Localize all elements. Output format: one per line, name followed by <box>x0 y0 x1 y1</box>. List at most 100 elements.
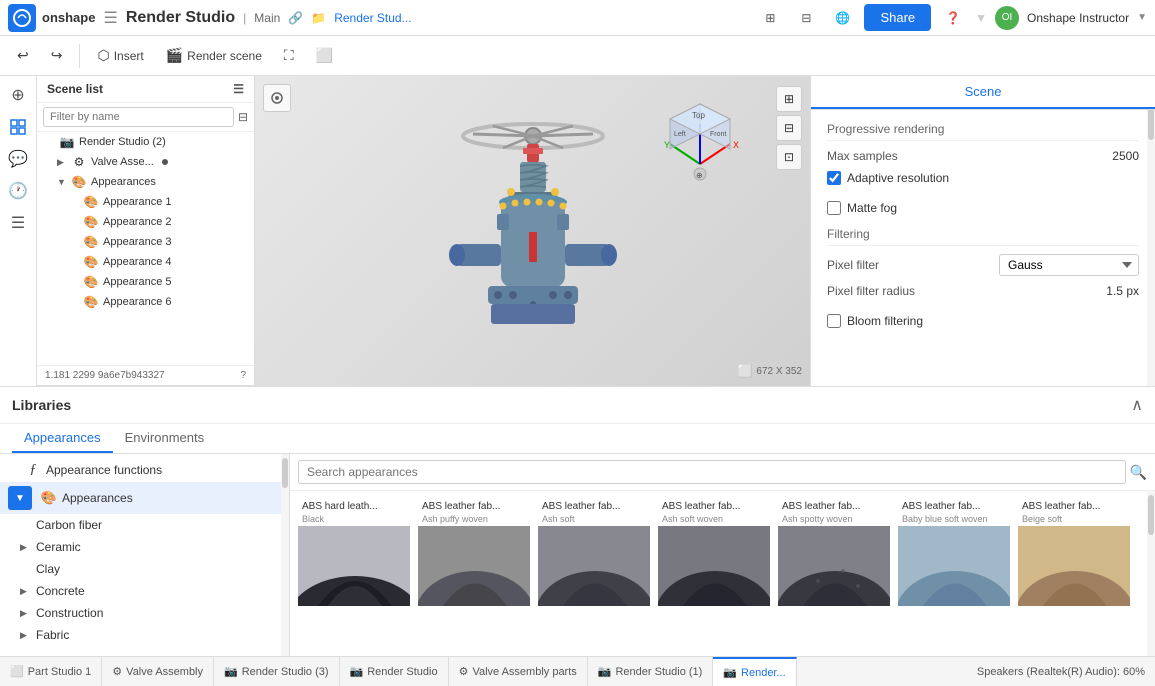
breadcrumb-link[interactable]: Render Stud... <box>334 11 411 25</box>
tree-item-appearance4[interactable]: 🎨 Appearance 4 <box>37 252 254 272</box>
bloom-filter-checkbox[interactable] <box>827 314 841 328</box>
render-scene-button[interactable]: 🎬 Render scene <box>157 42 271 69</box>
tab-scene[interactable]: Scene <box>811 76 1155 109</box>
tab-part-studio[interactable]: ⬜ Part Studio 1 <box>0 657 102 686</box>
matte-fog-checkbox[interactable] <box>827 201 841 215</box>
filter-input[interactable] <box>43 107 234 127</box>
tab-valve-assembly[interactable]: ⚙ Valve Assembly <box>102 657 214 686</box>
user-arrow-icon[interactable]: ▼ <box>1137 12 1147 23</box>
scene-list-menu-icon[interactable]: ☰ <box>233 82 244 96</box>
viewport-ctrl-1[interactable]: ⊞ <box>776 86 802 112</box>
tree-item-appearance6[interactable]: 🎨 Appearance 6 <box>37 292 254 312</box>
toolbar-icon-btn1[interactable]: ⛶ <box>275 42 303 69</box>
sidebar-history-icon[interactable]: 🕐 <box>3 176 33 206</box>
filter-list-icon[interactable]: ⊟ <box>238 110 248 124</box>
tab-render-current[interactable]: 📷 Render... <box>713 657 796 686</box>
scene-scrollbar[interactable] <box>1147 76 1155 386</box>
svg-text:⊕: ⊕ <box>696 171 703 180</box>
pixel-filter-row: Pixel filter Gauss Box Triangle <box>827 254 1139 276</box>
footer-coords: 1.181 2299 9a6e7b943327 <box>45 370 165 381</box>
app-tree-selected-indicator: ▼ <box>8 486 32 510</box>
material-label-abs-baby-blue: ABS leather fab... <box>898 499 1010 514</box>
help-icon[interactable]: ❓ <box>939 4 967 32</box>
pixel-filter-select[interactable]: Gauss Box Triangle <box>999 254 1139 276</box>
apps-icon[interactable]: ⊟ <box>792 4 820 32</box>
sidebar-scene-icon[interactable] <box>3 112 33 142</box>
app-tree-label-functions: Appearance functions <box>46 463 162 477</box>
globe-icon[interactable]: 🌐 <box>828 4 856 32</box>
redo-button[interactable]: ↪ <box>42 42 72 69</box>
material-label-abs-ash-soft-woven: ABS leather fab... <box>658 499 770 514</box>
undo-button[interactable]: ↩ <box>8 42 38 69</box>
main-link[interactable]: Main <box>254 11 280 25</box>
viewport-3d[interactable]: Y X Z Top Left Front ⊕ ⊞ ⊟ ⊡ <box>255 76 810 386</box>
tree-item-appearances[interactable]: ▼ 🎨 Appearances <box>37 172 254 192</box>
logo-icon[interactable] <box>8 4 36 32</box>
material-preview-abs-ash-puffy <box>418 526 531 606</box>
insert-button[interactable]: ⬡ Insert <box>88 42 152 69</box>
material-label-abs-ash-spotty: ABS leather fab... <box>778 499 890 514</box>
material-card-abs-hard-black[interactable]: ABS hard leath... Black <box>297 498 411 649</box>
tab-label-render-studio-1: Render Studio (1) <box>615 666 702 678</box>
app-tree-concrete[interactable]: ▶ Concrete <box>0 580 289 602</box>
footer-help-icon[interactable]: ? <box>240 370 246 381</box>
adaptive-resolution-checkbox[interactable] <box>827 171 841 185</box>
material-card-abs-beige[interactable]: ABS leather fab... Beige soft <box>1017 498 1131 649</box>
app-tree-functions[interactable]: ƒ Appearance functions <box>0 458 289 482</box>
tab-appearances[interactable]: Appearances <box>12 424 113 453</box>
sidebar-list-icon[interactable]: ☰ <box>3 208 33 238</box>
tab-icon-valve-assembly: ⚙ <box>112 665 122 678</box>
tree-item-render-studio[interactable]: 📷 Render Studio (2) <box>37 132 254 152</box>
tab-render-studio-1[interactable]: 📷 Render Studio (1) <box>588 657 714 686</box>
grid-scrollbar[interactable] <box>1147 491 1155 656</box>
search-input[interactable] <box>298 460 1126 484</box>
sidebar-chat-icon[interactable]: 💬 <box>3 144 33 174</box>
libraries-collapse-icon[interactable]: ∧ <box>1131 395 1143 415</box>
viewport-size: ⬜ 672 X 352 <box>737 364 802 378</box>
bottom-right: Speakers (Realtek(R) Audio): 60% <box>967 666 1155 678</box>
viewport-ctrl-2[interactable]: ⊟ <box>776 115 802 141</box>
tree-item-appearance3[interactable]: 🎨 Appearance 3 <box>37 232 254 252</box>
tree-arrow-valve: ▶ <box>57 157 67 168</box>
tab-valve-parts[interactable]: ⚙ Valve Assembly parts <box>449 657 588 686</box>
tab-environments[interactable]: Environments <box>113 424 216 453</box>
grid-icon[interactable]: ⊞ <box>756 4 784 32</box>
material-card-abs-ash-spotty[interactable]: ABS leather fab... Ash spotty woven <box>777 498 891 649</box>
app-tree-fabric[interactable]: ▶ Fabric <box>0 624 289 646</box>
menu-icon[interactable]: ☰ <box>103 8 117 28</box>
tree-item-appearance1[interactable]: 🎨 Appearance 1 <box>37 192 254 212</box>
material-card-abs-ash-soft-woven[interactable]: ABS leather fab... Ash soft woven <box>657 498 771 649</box>
adaptive-resolution-label: Adaptive resolution <box>847 171 949 185</box>
tab-render-studio-3[interactable]: 📷 Render Studio (3) <box>214 657 340 686</box>
libraries-header: Libraries ∧ <box>0 387 1155 424</box>
material-card-abs-baby-blue[interactable]: ABS leather fab... Baby blue soft woven <box>897 498 1011 649</box>
search-icon[interactable]: 🔍 <box>1130 464 1147 481</box>
app-tree-clay[interactable]: Clay <box>0 558 289 580</box>
app-tree-label-fabric: Fabric <box>36 628 69 642</box>
tree-item-valve[interactable]: ▶ ⚙ Valve Asse... <box>37 152 254 172</box>
app-tree-construction[interactable]: ▶ Construction <box>0 602 289 624</box>
toolbar-extra-icon2: ⬜ <box>316 47 333 64</box>
viewport-ctrl-3[interactable]: ⊡ <box>776 144 802 170</box>
material-card-abs-ash-soft[interactable]: ABS leather fab... Ash soft <box>537 498 651 649</box>
user-name[interactable]: Onshape Instructor <box>1027 11 1129 25</box>
toolbar-icon-btn2[interactable]: ⬜ <box>307 42 342 69</box>
nav-cube[interactable]: Y X Z Top Left Front ⊕ <box>650 84 750 184</box>
topbar-right: ⊞ ⊟ 🌐 Share ❓ ▼ OI Onshape Instructor ▼ <box>756 4 1147 32</box>
svg-text:Top: Top <box>692 111 705 120</box>
app-tree-appearances[interactable]: ▼ 🎨 Appearances <box>0 482 289 514</box>
tab-render-studio-main[interactable]: 📷 Render Studio <box>340 657 449 686</box>
tree-item-appearance5[interactable]: 🎨 Appearance 5 <box>37 272 254 292</box>
app-tree-ceramic[interactable]: ▶ Ceramic <box>0 536 289 558</box>
tree-scrollbar[interactable] <box>281 454 289 656</box>
material-card-abs-ash-puffy[interactable]: ABS leather fab... Ash puffy woven <box>417 498 531 649</box>
pixel-filter-label: Pixel filter <box>827 258 879 272</box>
tree-item-appearance2[interactable]: 🎨 Appearance 2 <box>37 212 254 232</box>
app-tree-carbon[interactable]: Carbon fiber <box>0 514 289 536</box>
help-arrow: ▼ <box>975 11 987 25</box>
sidebar-nav-icon[interactable]: ⊕ <box>3 80 33 110</box>
focus-icon[interactable] <box>263 84 291 112</box>
share-button[interactable]: Share <box>864 4 931 31</box>
tab-label-render-current: Render... <box>741 667 786 679</box>
avatar[interactable]: OI <box>995 6 1019 30</box>
